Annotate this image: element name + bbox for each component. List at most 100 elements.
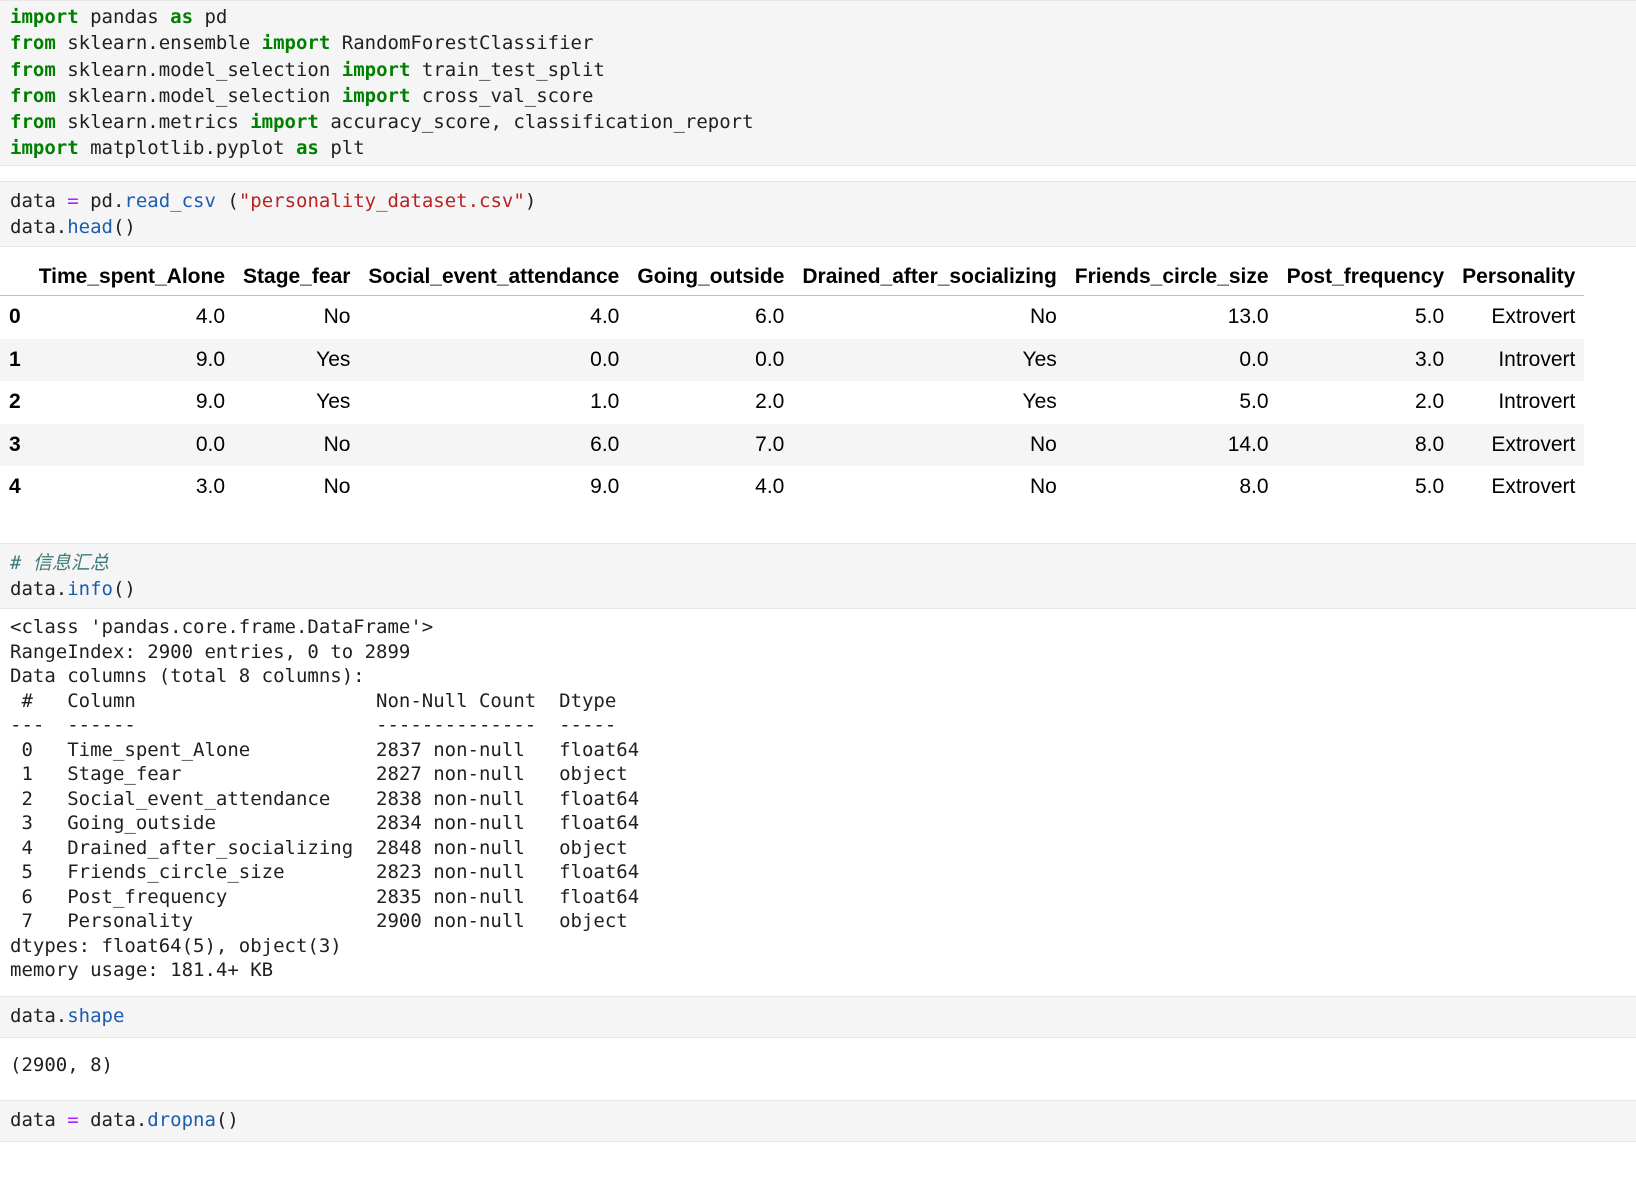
table-cell: 3.0 bbox=[195, 475, 226, 499]
info-output-line: # Column Non-Null Count Dtype bbox=[10, 689, 640, 712]
code-cell-imports[interactable]: import pandas as pd from sklearn.ensemble… bbox=[0, 0, 1636, 166]
column-header: Going_outside bbox=[628, 258, 794, 296]
info-output-line: 5 Friends_circle_size 2823 non-null floa… bbox=[10, 861, 640, 883]
code-line: import pandas as pd bbox=[10, 4, 1626, 30]
column-header: Time_spent_Alone bbox=[29, 258, 235, 296]
code-token: () bbox=[215, 1109, 239, 1131]
info-output-line: --- ------ -------------- ----- bbox=[10, 714, 640, 736]
code-lines: data.shape bbox=[10, 1003, 1626, 1029]
row-index: 0 bbox=[9, 305, 21, 329]
code-token: as bbox=[170, 6, 194, 28]
info-output-line: 6 Post_frequency 2835 non-null float64 bbox=[10, 885, 640, 908]
code-token: from bbox=[10, 32, 56, 55]
column-header: Friends_circle_size bbox=[1065, 258, 1278, 296]
dataframe-head-table: Time_spent_Alone Stage_fear Social_event_a… bbox=[0, 258, 1585, 509]
code-line: from sklearn.ensemble import RandomFores… bbox=[10, 30, 1626, 56]
code-lines: import pandas as pd from sklearn.ensemble… bbox=[10, 4, 1626, 162]
table-cell: No bbox=[1029, 432, 1057, 456]
code-cell-read-csv[interactable]: data = pd.read_csv ("personality_dataset… bbox=[0, 181, 1636, 247]
code-token: plt bbox=[318, 137, 365, 160]
code-line: # 信息汇总 bbox=[10, 550, 1626, 576]
code-cell-dropna[interactable]: data = data.dropna() bbox=[0, 1100, 1636, 1142]
code-line: data.shape bbox=[10, 1003, 1626, 1029]
code-token: sklearn.model_selection bbox=[55, 58, 342, 81]
table-cell: Yes bbox=[1022, 390, 1057, 414]
column-header: Personality bbox=[1453, 258, 1585, 296]
code-token: () bbox=[112, 578, 136, 601]
code-token: sklearn.ensemble bbox=[55, 32, 262, 55]
code-cell-shape[interactable]: data.shape bbox=[0, 996, 1636, 1038]
code-token: = bbox=[67, 190, 79, 212]
code-line: from sklearn.metrics import accuracy_sco… bbox=[10, 109, 1626, 135]
table-cell: 4.0 bbox=[590, 305, 620, 329]
table-header-row: Time_spent_Alone Stage_fear Social_event_a… bbox=[0, 258, 1585, 296]
code-token: import bbox=[341, 84, 411, 107]
table-cell: 1.0 bbox=[590, 390, 620, 414]
table-cell: No bbox=[323, 475, 351, 499]
code-token: info bbox=[67, 578, 113, 601]
table-cell: No bbox=[1029, 305, 1057, 329]
info-output-line: dtypes: float64(5), object(3) bbox=[10, 934, 342, 957]
table-cell: 2.0 bbox=[1414, 390, 1445, 414]
code-token: data. bbox=[10, 1005, 68, 1027]
info-output-line: <class 'pandas.core.frame.DataFrame'> bbox=[10, 616, 434, 638]
table-cell: 6.0 bbox=[755, 305, 785, 329]
table-cell: 9.0 bbox=[195, 347, 226, 371]
table-cell: 9.0 bbox=[590, 475, 620, 499]
table-cell: No bbox=[323, 432, 351, 456]
code-token: data. bbox=[78, 1109, 148, 1131]
row-index: 4 bbox=[9, 475, 21, 499]
code-token: data. bbox=[10, 578, 68, 601]
table-cell: Introvert bbox=[1498, 390, 1576, 414]
info-output: <class 'pandas.core.frame.DataFrame'> Ran… bbox=[0, 615, 1636, 983]
code-line: import matplotlib.pyplot as plt bbox=[10, 135, 1626, 161]
code-token: as bbox=[295, 137, 319, 160]
code-line: data = pd.read_csv ("personality_dataset… bbox=[10, 188, 1626, 214]
code-line: data.info() bbox=[10, 576, 1626, 602]
table-cell: Yes bbox=[1022, 347, 1057, 371]
table-cell: 0.0 bbox=[1239, 347, 1269, 371]
table-cell: 5.0 bbox=[1239, 390, 1269, 414]
code-token: cross_val_score bbox=[410, 84, 594, 107]
code-token: train_test_split bbox=[410, 58, 605, 81]
code-token: "personality_dataset.csv" bbox=[238, 190, 525, 212]
code-token: read_csv bbox=[124, 190, 216, 212]
code-token: ) bbox=[524, 190, 537, 212]
code-line: from sklearn.model_selection import trai… bbox=[10, 57, 1626, 83]
code-token: dropna bbox=[147, 1109, 216, 1131]
table-cell: 8.0 bbox=[1414, 432, 1445, 456]
code-line: data.head() bbox=[10, 214, 1626, 240]
code-cell-info[interactable]: # 信息汇总 data.info() bbox=[0, 543, 1636, 609]
code-token: data. bbox=[10, 216, 68, 239]
code-token: import bbox=[250, 111, 319, 134]
column-header: Social_event_attendance bbox=[359, 258, 629, 296]
code-token: # 信息汇总 bbox=[10, 552, 109, 574]
table-cell: 9.0 bbox=[195, 390, 226, 414]
table-row: 3 0.0 No 6.0 7.0 No 14.0 8.0 Extrovert bbox=[0, 423, 1585, 466]
code-token: pd. bbox=[78, 190, 125, 212]
table-cell: Yes bbox=[316, 347, 351, 371]
table-cell: Extrovert bbox=[1491, 432, 1576, 456]
table-cell: 0.0 bbox=[755, 347, 785, 371]
shape-output: (2900, 8) bbox=[0, 1052, 1636, 1078]
code-token: sklearn.metrics bbox=[55, 111, 251, 134]
table-cell: No bbox=[1029, 475, 1057, 499]
info-output-line: 7 Personality 2900 non-null object bbox=[10, 910, 640, 932]
table-row: 2 9.0 Yes 1.0 2.0 Yes 5.0 2.0 Introvert bbox=[0, 381, 1584, 424]
code-line: from sklearn.model_selection import cros… bbox=[10, 83, 1626, 109]
code-token: import bbox=[341, 58, 411, 81]
row-index: 3 bbox=[9, 432, 21, 456]
code-token: import bbox=[10, 6, 79, 28]
column-header bbox=[0, 258, 30, 296]
table-cell: Yes bbox=[316, 390, 351, 414]
code-line: data = data.dropna() bbox=[10, 1107, 1626, 1133]
info-output-line: RangeIndex: 2900 entries, 0 to 2899 bbox=[10, 640, 411, 663]
code-lines: # 信息汇总 data.info() bbox=[10, 550, 1626, 603]
table-cell: No bbox=[323, 305, 351, 329]
code-token: () bbox=[112, 216, 136, 239]
column-header: Post_frequency bbox=[1277, 258, 1454, 296]
table-cell: 5.0 bbox=[1414, 475, 1445, 499]
code-token: matplotlib.pyplot bbox=[78, 137, 296, 160]
info-output-line: 3 Going_outside 2834 non-null float64 bbox=[10, 812, 640, 834]
code-token: from bbox=[10, 111, 56, 134]
